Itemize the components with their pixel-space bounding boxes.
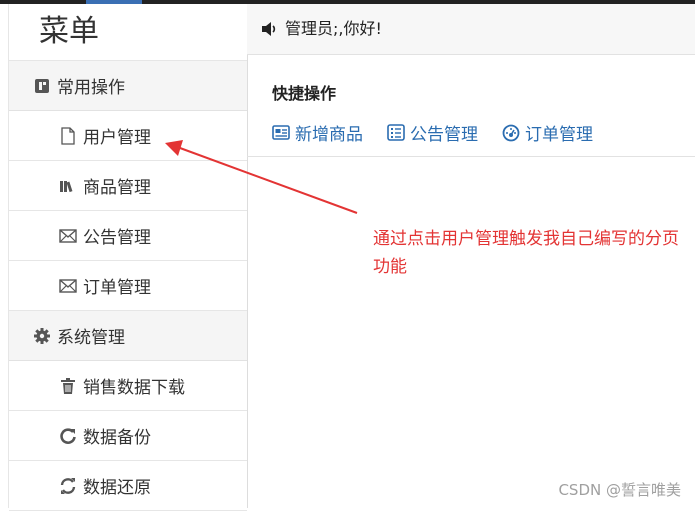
annotation-text: 通过点击用户管理触发我自己编写的分页功能 [373, 229, 679, 277]
watermark: CSDN @誓言唯美 [558, 481, 681, 499]
